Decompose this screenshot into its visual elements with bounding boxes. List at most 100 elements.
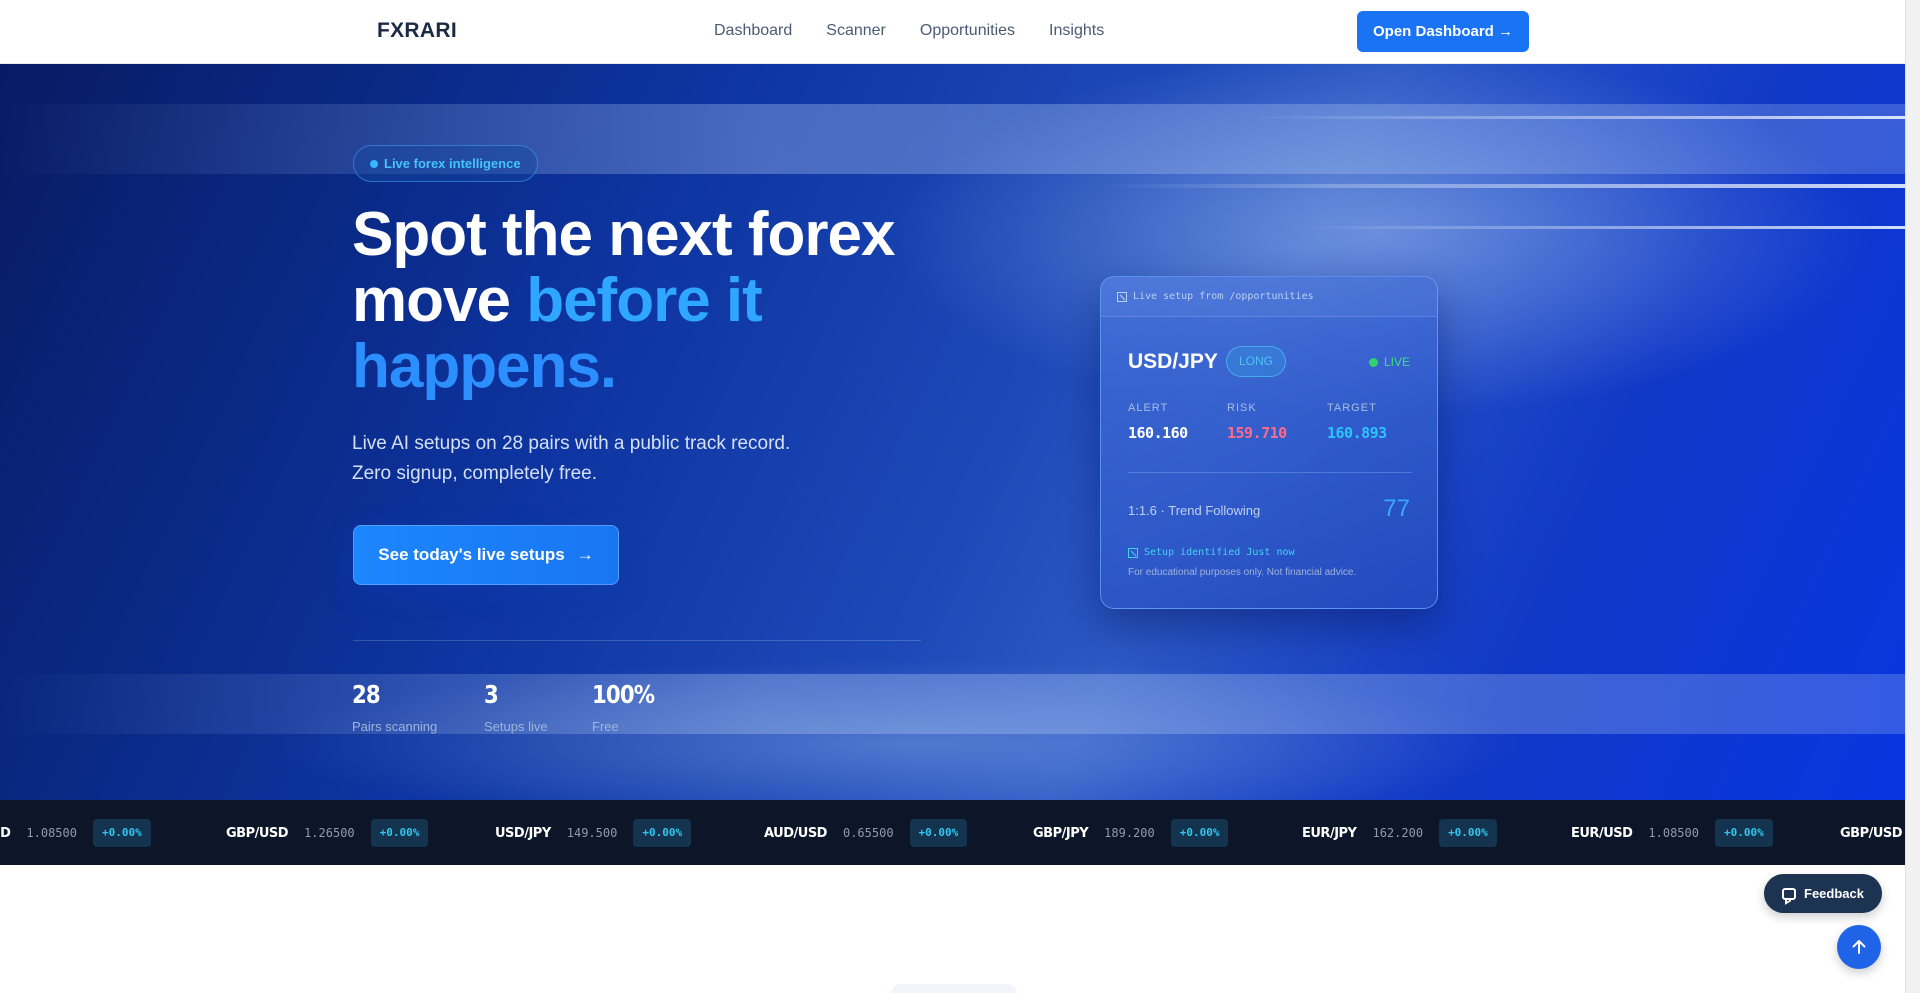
ticker-change: +0.00%	[92, 819, 151, 847]
direction-badge: LONG	[1226, 346, 1286, 377]
live-intelligence-badge: Live forex intelligence	[353, 145, 538, 182]
ticker-price: 189.200	[1104, 826, 1155, 840]
target-level: TARGET 160.893	[1327, 402, 1387, 442]
ticker-pair: GBP/USD	[1840, 825, 1903, 841]
chat-icon	[1782, 887, 1796, 900]
live-dot-icon	[1368, 357, 1378, 367]
headline-line1: Spot the next forex	[352, 200, 896, 269]
ticker-price: 1.26500	[304, 826, 355, 840]
headline-move: move	[352, 266, 527, 335]
ticker-change: +0.00%	[1714, 819, 1773, 847]
cta-label: See today's live setups	[378, 545, 565, 564]
hero-glow-band	[0, 104, 1905, 174]
ticker-item[interactable]: EUR/USD 1.08500 +0.00%	[0, 819, 151, 847]
badge-label: Live forex intelligence	[384, 156, 521, 171]
risk-level: RISK 159.710	[1227, 402, 1287, 442]
ticker-pair: GBP/USD	[226, 825, 289, 841]
card-header: Live setup from /opportunities	[1101, 277, 1437, 317]
page-scrollbar[interactable]	[1905, 0, 1920, 993]
ticker-pair: USD/JPY	[495, 825, 551, 841]
setup-identified: Setup identified Just now	[1128, 547, 1295, 558]
alert-label: ALERT	[1128, 402, 1169, 414]
strategy-label: 1:1.6 · Trend Following	[1128, 503, 1261, 518]
card-header-label: Live setup from /opportunities	[1133, 291, 1314, 302]
open-dashboard-button[interactable]: Open Dashboard →	[1357, 11, 1529, 52]
hero-section: Live forex intelligence Spot the next fo…	[0, 64, 1905, 800]
ticker-change: +0.00%	[1439, 819, 1497, 847]
stat-label: Setups live	[484, 719, 548, 734]
alert-level: ALERT 160.160	[1128, 402, 1188, 442]
subtext-line1: Live AI setups on 28 pairs with a public…	[352, 433, 791, 454]
identified-label: Setup identified Just now	[1144, 547, 1295, 558]
ticker-price: 162.200	[1372, 826, 1424, 840]
hero-divider	[353, 640, 921, 641]
ticker-price: 0.65500	[842, 826, 894, 840]
alert-value: 160.160	[1128, 424, 1188, 442]
hero-subtext: Live AI setups on 28 pairs with a public…	[352, 429, 872, 489]
ticker-item[interactable]: USD/JPY 149.500 +0.00%	[495, 819, 692, 847]
stat-free: 100% Free	[592, 680, 665, 734]
stat-value: 3	[484, 680, 499, 709]
hero-glow-band	[0, 674, 1905, 734]
headline-accent: before it	[526, 266, 763, 335]
top-navbar: FXRARI Dashboard Scanner Opportunities I…	[0, 0, 1905, 64]
ticker-item[interactable]: GBP/USD 1.26500 +0.00%	[226, 819, 429, 847]
ticker-pair: EUR/JPY	[1302, 825, 1357, 841]
stat-pairs: 28 Pairs scanning	[352, 680, 437, 734]
risk-label: RISK	[1227, 402, 1257, 414]
stat-label: Pairs scanning	[352, 719, 438, 734]
subtext-line2: Zero signup, completely free.	[352, 463, 598, 484]
ticker-item[interactable]: GBP/JPY 189.200 +0.00%	[1033, 819, 1229, 847]
headline-accent-2: happens.	[352, 332, 617, 401]
status-dot-icon	[370, 160, 378, 168]
confidence-score: 77	[1383, 495, 1410, 522]
live-setup-card[interactable]: Live setup from /opportunities USD/JPY L…	[1100, 276, 1438, 609]
page: FXRARI Dashboard Scanner Opportunities I…	[0, 0, 1920, 993]
live-label: LIVE	[1383, 355, 1410, 369]
stat-value: 28	[352, 680, 381, 709]
ticker-price: 149.500	[566, 826, 618, 840]
nav-insights[interactable]: Insights	[1049, 22, 1104, 40]
target-label: TARGET	[1327, 402, 1377, 414]
stat-setups: 3 Setups live	[484, 680, 548, 734]
chart-icon	[1128, 547, 1138, 558]
ticker-price: 1.08500	[1648, 826, 1699, 840]
ticker-pair: EUR/USD	[0, 825, 11, 841]
see-live-setups-button[interactable]: See today's live setups →	[353, 525, 619, 585]
price-ticker: EUR/USD 1.08500 +0.00% GBP/USD 1.26500 +…	[0, 800, 1905, 865]
live-status: LIVE	[1368, 355, 1410, 369]
logo[interactable]: FXRARI	[377, 19, 457, 43]
ticker-price: 1.08500	[26, 826, 77, 840]
disclaimer: For educational purposes only. Not finan…	[1128, 567, 1357, 578]
feedback-label: Feedback	[1804, 886, 1864, 901]
stat-label: Free	[592, 719, 619, 734]
arrow-up-icon	[1852, 940, 1866, 954]
ticker-item[interactable]: EUR/USD 1.08500 +0.00%	[1571, 819, 1773, 847]
ticker-pair: GBP/JPY	[1033, 825, 1089, 841]
nav-opportunities[interactable]: Opportunities	[920, 22, 1015, 40]
main-nav: Dashboard Scanner Opportunities Insights	[714, 22, 1104, 40]
ticker-pair: AUD/USD	[764, 825, 827, 841]
card-divider	[1128, 472, 1412, 473]
light-streak	[1250, 116, 1905, 119]
ticker-change: +0.00%	[370, 819, 429, 847]
arrow-right-icon: →	[576, 545, 594, 564]
light-streak	[1300, 226, 1905, 229]
ticker-item[interactable]: GBP/USD	[1840, 819, 1903, 847]
feedback-button[interactable]: Feedback	[1764, 874, 1882, 913]
ticker-pair: EUR/USD	[1571, 825, 1633, 841]
light-streak	[1100, 184, 1905, 188]
target-value: 160.893	[1327, 424, 1387, 442]
stat-value: 100%	[592, 680, 655, 709]
card-pair: USD/JPY	[1128, 350, 1218, 373]
section-pill	[890, 984, 1018, 993]
risk-value: 159.710	[1227, 424, 1287, 442]
hero-headline: Spot the next forex move before it happe…	[352, 202, 992, 400]
ticker-item[interactable]: AUD/USD 0.65500 +0.00%	[764, 819, 968, 847]
chart-icon	[1117, 291, 1127, 302]
scroll-to-top-button[interactable]	[1837, 925, 1881, 969]
nav-dashboard[interactable]: Dashboard	[714, 22, 792, 40]
ticker-item[interactable]: EUR/JPY 162.200 +0.00%	[1302, 819, 1497, 847]
nav-scanner[interactable]: Scanner	[826, 22, 886, 40]
ticker-change: +0.00%	[909, 819, 968, 847]
